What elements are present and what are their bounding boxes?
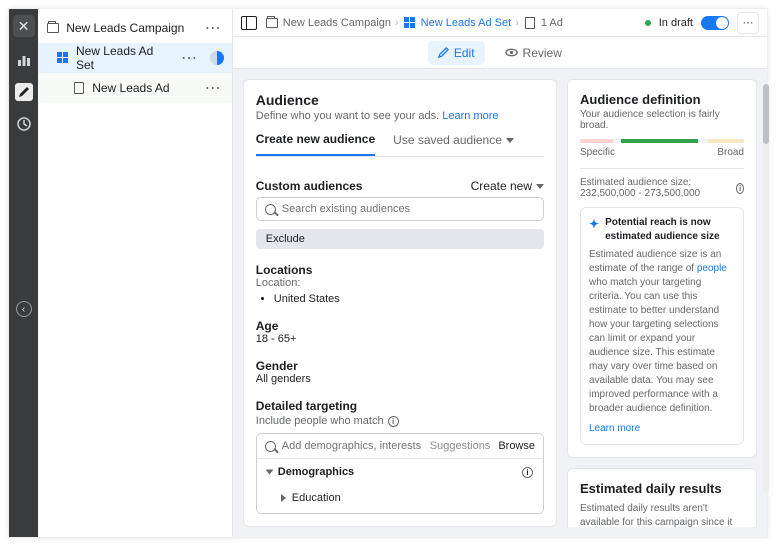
audience-subtitle: Define who you want to see your ads. Lea… — [256, 110, 544, 122]
review-mode-button[interactable]: Review — [495, 41, 572, 65]
collapse-rail-icon[interactable]: ‹ — [16, 301, 32, 317]
audience-tabs: Create new audience Use saved audience — [256, 132, 544, 157]
estimated-size: Estimated audience size: 232,500,000 - 2… — [580, 177, 732, 199]
breadcrumb: New Leads Campaign › New Leads Ad Set › … — [265, 16, 563, 30]
scrollbar-track[interactable] — [763, 84, 769, 492]
chevron-right-icon: › — [515, 17, 519, 29]
mode-bar: Edit Review — [233, 37, 767, 69]
age-label: Age — [256, 319, 544, 333]
status-label: In draft — [659, 17, 693, 29]
chart-icon[interactable] — [15, 51, 33, 69]
tree-campaign[interactable]: New Leads Campaign ⋯ — [38, 13, 232, 43]
completion-icon — [210, 51, 224, 65]
chevron-right-icon — [281, 494, 286, 502]
eye-icon — [505, 46, 518, 59]
tab-use-saved[interactable]: Use saved audience — [393, 132, 514, 156]
audience-meter — [580, 139, 744, 143]
cat-financial[interactable]: Financial — [257, 511, 543, 514]
meter-specific: Specific — [580, 147, 615, 158]
chevron-down-icon — [265, 470, 273, 475]
right-column: Audience definition Your audience select… — [567, 79, 757, 527]
doc-icon — [523, 16, 537, 30]
include-label: Include people who match — [256, 415, 384, 427]
create-new-link[interactable]: Create new — [471, 179, 544, 193]
tree-label: New Leads Campaign — [66, 21, 184, 35]
search-icon — [265, 204, 276, 215]
detailed-targeting-label: Detailed targeting — [256, 399, 544, 413]
crumb-ad[interactable]: 1 Ad — [541, 17, 563, 29]
row-menu-icon[interactable]: ⋯ — [203, 78, 224, 98]
folder-icon — [46, 21, 60, 35]
pencil-icon — [438, 47, 449, 58]
audience-title: Audience — [256, 92, 544, 108]
location-value: United States — [274, 293, 544, 305]
locations-label: Locations — [256, 263, 544, 277]
crumb-campaign[interactable]: New Leads Campaign — [283, 17, 391, 29]
doc-icon — [72, 81, 86, 95]
clock-icon[interactable] — [15, 115, 33, 133]
adset-grid-icon — [403, 16, 417, 30]
crumb-adset[interactable]: New Leads Ad Set — [421, 17, 512, 29]
age-value: 18 - 65+ — [256, 333, 544, 345]
edit-icon[interactable] — [15, 83, 33, 101]
gender-label: Gender — [256, 359, 544, 373]
star-icon: ✦ — [589, 216, 599, 233]
audience-card: Audience Define who you want to see your… — [243, 79, 557, 527]
daily-body: Estimated daily results aren't available… — [580, 502, 744, 527]
left-rail: ✕ ‹ — [9, 9, 38, 537]
info-icon[interactable]: i — [522, 467, 533, 478]
status-toggle[interactable] — [701, 16, 729, 30]
audience-search-input[interactable] — [282, 203, 535, 215]
suggestions-link[interactable]: Suggestions — [430, 440, 491, 452]
location-sublabel: Location: — [256, 277, 544, 289]
browse-link[interactable]: Browse — [498, 440, 535, 452]
notice-title: Potential reach is now estimated audienc… — [605, 216, 735, 244]
reach-notice: ✦ Potential reach is now estimated audie… — [580, 207, 744, 445]
tree-adset[interactable]: New Leads Ad Set ⋯ — [38, 43, 232, 73]
tab-create-new[interactable]: Create new audience — [256, 132, 375, 156]
adset-grid-icon — [56, 51, 70, 65]
people-link[interactable]: people — [697, 263, 727, 274]
breadcrumb-bar: New Leads Campaign › New Leads Ad Set › … — [233, 9, 767, 37]
custom-audiences-label: Custom audiences — [256, 179, 363, 193]
gender-value: All genders — [256, 373, 544, 385]
more-menu-button[interactable]: ⋯ — [737, 12, 759, 34]
panel-toggle-icon[interactable] — [241, 16, 257, 30]
caret-down-icon — [536, 184, 544, 189]
exclude-button[interactable]: Exclude — [256, 229, 544, 249]
tree-label: New Leads Ad Set — [76, 44, 173, 72]
search-icon — [265, 441, 276, 452]
edit-mode-button[interactable]: Edit — [428, 41, 485, 65]
main-area: New Leads Campaign › New Leads Ad Set › … — [233, 9, 767, 537]
cat-demographics[interactable]: Demographics i — [257, 459, 543, 485]
info-icon[interactable]: i — [736, 183, 744, 194]
daily-title: Estimated daily results — [580, 481, 744, 496]
tree-ad[interactable]: New Leads Ad ⋯ — [38, 73, 232, 103]
cat-education[interactable]: Education — [257, 485, 543, 511]
daily-results-card: Estimated daily results Estimated daily … — [567, 468, 757, 527]
folder-icon — [265, 16, 279, 30]
close-icon: ✕ — [18, 18, 30, 35]
meter-broad: Broad — [717, 147, 744, 158]
structure-tree: New Leads Campaign ⋯ New Leads Ad Set ⋯ … — [38, 9, 233, 537]
detailed-targeting-dropdown: Suggestions Browse Demographics i Educat… — [256, 433, 544, 514]
audience-search[interactable] — [256, 197, 544, 221]
info-icon[interactable]: i — [388, 416, 399, 427]
status-dot-icon — [645, 20, 651, 26]
audience-definition-card: Audience definition Your audience select… — [567, 79, 757, 458]
close-button[interactable]: ✕ — [13, 15, 35, 37]
row-menu-icon[interactable]: ⋯ — [203, 18, 224, 38]
learn-more-link[interactable]: Learn more — [442, 110, 498, 122]
definition-title: Audience definition — [580, 92, 744, 107]
scrollbar-thumb[interactable] — [763, 84, 769, 144]
notice-body: Estimated audience size is an estimate o… — [589, 248, 735, 416]
notice-learn-more[interactable]: Learn more — [589, 422, 735, 436]
detailed-targeting-input[interactable] — [282, 440, 424, 452]
definition-sub: Your audience selection is fairly broad. — [580, 109, 744, 131]
caret-down-icon — [506, 138, 514, 143]
row-menu-icon[interactable]: ⋯ — [179, 48, 200, 68]
chevron-right-icon: › — [395, 17, 399, 29]
tree-label: New Leads Ad — [92, 81, 169, 95]
